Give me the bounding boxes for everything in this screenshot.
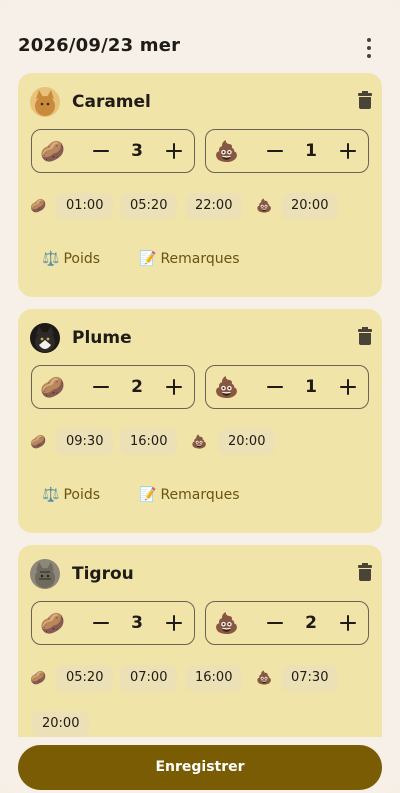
notes-button[interactable]: 📝 Remarques (139, 251, 240, 267)
poop-count: 1 (305, 141, 317, 161)
decrement-poop-button[interactable] (264, 612, 286, 634)
notes-button[interactable]: 📝 Remarques (139, 487, 240, 503)
decrement-poop-button[interactable] (264, 140, 286, 162)
food-counter: 🥔 3 (31, 129, 195, 173)
app-header: 2026/09/23 mer (0, 0, 400, 70)
increment-poop-button[interactable] (337, 376, 359, 398)
card-actions: ⚖️ Poids 📝 Remarques (42, 251, 362, 273)
food-time-chip[interactable]: 16:00 (120, 429, 178, 455)
delete-icon[interactable] (358, 91, 372, 109)
food-count: 3 (131, 141, 143, 161)
memo-icon: 📝 (139, 251, 157, 267)
weight-button[interactable]: ⚖️ Poids (42, 251, 100, 267)
potato-icon: 🥔 (30, 435, 47, 450)
scale-icon: ⚖️ (42, 251, 60, 267)
cat-card: Plume 🥔 2 💩 1 🥔 09:30 16:00 💩 20:00 ⚖️ P… (18, 309, 382, 533)
food-time-chip[interactable]: 05:20 (56, 665, 114, 691)
poop-counter: 💩 1 (205, 365, 369, 409)
more-options-icon[interactable] (358, 37, 380, 59)
avatar (30, 559, 60, 589)
cat-name: Plume (72, 328, 132, 348)
potato-icon: 🥔 (40, 375, 65, 399)
poop-icon: 💩 (256, 671, 273, 686)
memo-icon: 📝 (139, 487, 157, 503)
food-time-chip[interactable]: 05:20 (120, 193, 178, 219)
poop-counter: 💩 1 (205, 129, 369, 173)
food-counter: 🥔 2 (31, 365, 195, 409)
avatar (30, 323, 60, 353)
poop-time-chip[interactable]: 20:00 (32, 711, 90, 737)
poop-count: 1 (305, 377, 317, 397)
poop-time-chip[interactable]: 20:00 (281, 193, 339, 219)
app-screen: 2026/09/23 mer Caramel 🥔 3 💩 1 🥔 01:00 0… (0, 0, 400, 793)
increment-food-button[interactable] (163, 140, 185, 162)
cat-card-header: Tigrou (30, 559, 372, 591)
avatar (30, 87, 60, 117)
delete-icon[interactable] (358, 327, 372, 345)
poop-time-chip[interactable]: 07:30 (281, 665, 339, 691)
poop-icon: 💩 (214, 375, 239, 399)
potato-icon: 🥔 (40, 611, 65, 635)
cat-card-header: Plume (30, 323, 372, 355)
increment-poop-button[interactable] (337, 612, 359, 634)
food-count: 3 (131, 613, 143, 633)
poop-icon: 💩 (256, 199, 273, 214)
potato-icon: 🥔 (30, 199, 47, 214)
decrement-food-button[interactable] (90, 140, 112, 162)
decrement-poop-button[interactable] (264, 376, 286, 398)
increment-food-button[interactable] (163, 376, 185, 398)
poop-icon: 💩 (191, 435, 208, 450)
potato-icon: 🥔 (30, 671, 47, 686)
poop-count: 2 (305, 613, 317, 633)
cat-card-header: Caramel (30, 87, 372, 119)
potato-icon: 🥔 (40, 139, 65, 163)
food-time-chip[interactable]: 22:00 (185, 193, 243, 219)
poop-counter: 💩 2 (205, 601, 369, 645)
decrement-food-button[interactable] (90, 376, 112, 398)
delete-icon[interactable] (358, 563, 372, 581)
food-time-chip[interactable]: 09:30 (56, 429, 114, 455)
save-button[interactable]: Enregistrer (18, 745, 382, 790)
weight-button[interactable]: ⚖️ Poids (42, 487, 100, 503)
food-time-chip[interactable]: 01:00 (56, 193, 114, 219)
decrement-food-button[interactable] (90, 612, 112, 634)
notes-label: Remarques (160, 487, 240, 503)
poop-time-chip[interactable]: 20:00 (218, 429, 276, 455)
scale-icon: ⚖️ (42, 487, 60, 503)
cat-name: Tigrou (72, 564, 134, 584)
food-time-chip[interactable]: 16:00 (185, 665, 243, 691)
increment-poop-button[interactable] (337, 140, 359, 162)
poop-icon: 💩 (214, 139, 239, 163)
food-counter: 🥔 3 (31, 601, 195, 645)
date-title[interactable]: 2026/09/23 mer (18, 35, 180, 56)
cat-name: Caramel (72, 92, 151, 112)
notes-label: Remarques (160, 251, 240, 267)
cat-card: Caramel 🥔 3 💩 1 🥔 01:00 05:20 22:00 💩 20… (18, 73, 382, 297)
poop-icon: 💩 (214, 611, 239, 635)
card-actions: ⚖️ Poids 📝 Remarques (42, 487, 362, 509)
food-count: 2 (131, 377, 143, 397)
weight-label: Poids (63, 487, 101, 503)
increment-food-button[interactable] (163, 612, 185, 634)
weight-label: Poids (63, 251, 101, 267)
food-time-chip[interactable]: 07:00 (120, 665, 178, 691)
